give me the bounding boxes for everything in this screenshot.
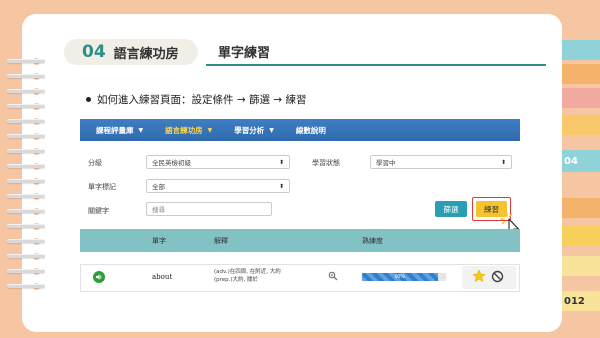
proficiency-fill: 90% [362,273,438,281]
top-nav-bar: 課程評量庫 ▼ 語言練功房 ▼ 學習分析 ▼ 線數說明 [80,119,520,141]
mark-select[interactable]: 全部 ⬍ [146,179,290,193]
column-header-explanation: 解釋 [214,237,228,245]
proficiency-bar: 90% [362,273,446,281]
instruction-text: 如何進入練習頁面：設定條件 → 篩選 → 練習 [97,94,307,106]
column-header-word: 單字 [152,237,166,245]
practice-button-label: 練習 [484,204,499,214]
caret-down-icon: ▼ [207,126,213,134]
select-caret-icon: ⬍ [278,158,284,166]
status-label: 學習狀態 [312,159,340,167]
status-select-value: 學習中 [376,159,396,167]
bullet-icon [86,97,91,102]
level-select-value: 全民英檢初級 [152,159,191,167]
nav-item-label: 線數說明 [295,125,326,135]
caret-down-icon: ▼ [138,126,144,134]
explanation-line: (adv.)在四周, 在附近, 大約 [214,269,281,275]
keyword-placeholder: 搜尋 [152,206,165,214]
star-icon[interactable] [472,269,486,283]
select-caret-icon: ⬍ [500,158,506,166]
level-label: 分級 [88,159,102,167]
mark-label: 單字標記 [88,183,116,191]
chapter-number: 04 [82,42,106,62]
level-select[interactable]: 全民英檢初級 ⬍ [146,155,290,169]
nav-item-help[interactable]: 線數說明 [296,125,326,136]
nav-item-label: 學習分析 [234,125,265,135]
chapter-header: 04 語言練功房 [64,39,198,65]
magnifier-icon[interactable] [328,271,338,281]
nav-item-language-practice[interactable]: 語言練功房 ▼ [165,125,212,136]
table-header [80,229,520,252]
filter-button[interactable]: 篩選 [435,201,467,217]
block-icon[interactable] [491,270,504,283]
section-title: 單字練習 [218,46,271,61]
caret-down-icon: ▼ [269,126,274,134]
select-caret-icon: ⬍ [278,182,284,190]
proficiency-label: 90% [394,274,405,280]
word-cell: about [152,273,173,281]
status-select[interactable]: 學習中 ⬍ [370,155,512,169]
section-divider [206,64,546,66]
nav-item-course-assessment[interactable]: 課程評量庫 ▼ [96,125,143,136]
side-tab-chapter-label: 04 [564,155,578,167]
column-header-proficiency: 熟練度 [362,237,383,245]
table-row [80,264,520,292]
speaker-icon[interactable] [93,271,105,283]
row-actions [462,266,516,289]
explanation-cell: (adv.)在四周, 在附近, 大約 (prep.)大約, 關於 [214,268,281,284]
filter-button-label: 篩選 [443,204,459,214]
nav-item-label: 課程評量庫 [96,125,134,135]
keyword-input[interactable]: 搜尋 [146,202,272,216]
explanation-line: (prep.)大約, 關於 [214,277,259,283]
page-number: 012 [564,295,585,307]
nav-item-label: 語言練功房 [165,125,203,135]
keyword-label: 關鍵字 [88,207,109,215]
mark-select-value: 全部 [152,183,165,191]
nav-item-learning-analysis[interactable]: 學習分析 ▼ [234,125,274,136]
instruction-line: 如何進入練習頁面：設定條件 → 篩選 → 練習 [86,92,306,107]
chapter-title: 語言練功房 [113,46,179,62]
